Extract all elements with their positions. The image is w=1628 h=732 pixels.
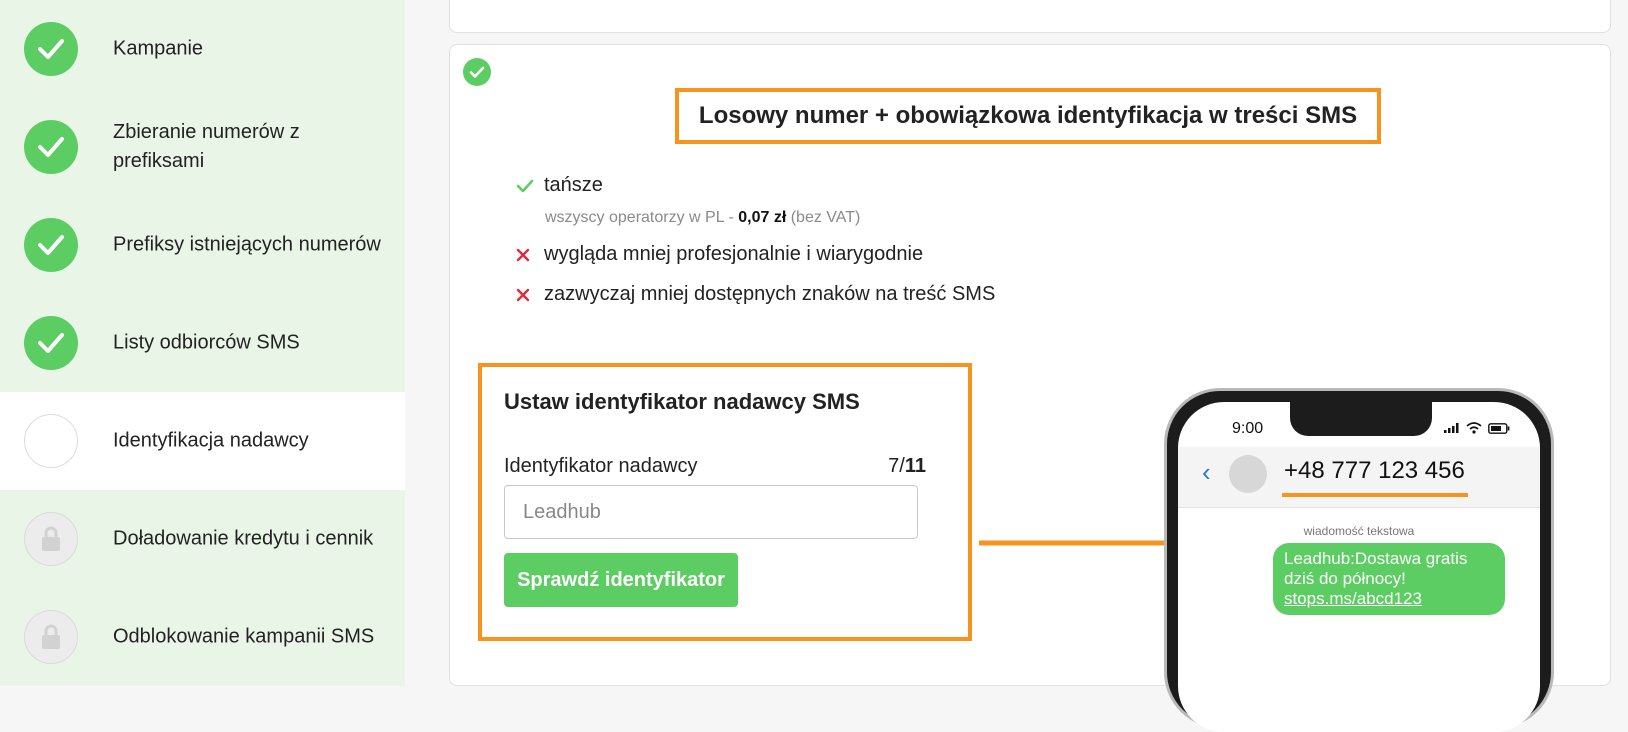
check-icon (24, 218, 78, 272)
price-note: wszyscy operatorzy w PL - 0,07 zł (bez V… (545, 209, 860, 227)
check-sender-id-button[interactable]: Sprawdź identyfikator (504, 553, 738, 607)
sender-phone-number: +48 777 123 456 (1284, 457, 1465, 484)
con-text: wygląda mniej profesjonalnie i wiarygodn… (544, 243, 924, 265)
pro-item: tańsze (516, 174, 603, 197)
steps-sidebar: Kampanie Zbieranie numerów z prefiksami … (0, 0, 405, 686)
sidebar-step-label: Prefiksy istniejących numerów (113, 233, 381, 256)
sms-line: Leadhub:Dostawa gratis (1284, 549, 1468, 568)
cross-icon (516, 288, 544, 302)
sidebar-step-prefix-collection[interactable]: Zbieranie numerów z prefiksami (0, 98, 405, 196)
pro-text: tańsze (544, 174, 603, 196)
sms-line: dziś do północy! (1284, 569, 1406, 588)
status-icons (1444, 422, 1510, 434)
check-icon (24, 316, 78, 370)
price-note-prefix: wszyscy operatorzy w PL - (545, 209, 739, 226)
sender-id-form: Ustaw identyfikator nadawcy SMS Identyfi… (478, 363, 972, 641)
phone-mockup: 9:00 ‹ +48 777 123 456 wiadomość tekstow… (1164, 388, 1554, 732)
sidebar-step-label: Identyfikacja nadawcy (113, 429, 309, 452)
sidebar-step-existing-prefixes[interactable]: Prefiksy istniejących numerów (0, 196, 405, 294)
check-icon (24, 22, 78, 76)
sidebar-step-kampanie[interactable]: Kampanie (0, 0, 405, 98)
option-headline: Losowy numer + obowiązkowa identyfikacja… (698, 102, 1358, 129)
wifi-icon (1466, 422, 1482, 434)
headline-highlight: Losowy numer + obowiązkowa identyfikacja… (675, 88, 1381, 144)
check-icon (24, 120, 78, 174)
sidebar-step-label: Odblokowanie kampanii SMS (113, 625, 375, 648)
message-type-label: wiadomość tekstowa (1303, 524, 1415, 538)
selected-check-icon (463, 58, 491, 86)
previous-option-card (449, 0, 1611, 33)
counter-current: 7/ (888, 455, 905, 477)
sidebar-step-label: Zbieranie numerów z prefiksami (113, 121, 300, 172)
status-time: 9:00 (1232, 420, 1264, 437)
sidebar-step-credit-topup[interactable]: Doładowanie kredytu i cennik (0, 490, 405, 588)
sms-bubble: Leadhub:Dostawa gratis dziś do północy! … (1273, 543, 1505, 615)
check-icon (516, 179, 544, 193)
chat-header: ‹ +48 777 123 456 (1178, 447, 1540, 508)
phone-notch (1290, 402, 1432, 436)
counter-max: 11 (904, 455, 926, 477)
price-value: 0,07 zł (738, 209, 787, 226)
phone-screen: 9:00 ‹ +48 777 123 456 wiadomość tekstow… (1178, 402, 1540, 732)
char-counter: 7/11 (888, 455, 926, 478)
number-underline-highlight (1282, 493, 1468, 497)
form-title: Ustaw identyfikator nadawcy SMS (504, 389, 860, 414)
contact-avatar (1229, 455, 1267, 493)
option-card[interactable]: Losowy numer + obowiązkowa identyfikacja… (449, 44, 1611, 732)
battery-icon (1488, 422, 1510, 434)
con-item: zazwyczaj mniej dostępnych znaków na tre… (516, 283, 995, 306)
sidebar-step-label: Doładowanie kredytu i cennik (113, 527, 374, 550)
con-item: wygląda mniej profesjonalnie i wiarygodn… (516, 243, 923, 266)
sms-link[interactable]: stops.ms/abcd123 (1284, 589, 1494, 609)
sidebar-step-label: Listy odbiorców SMS (113, 331, 300, 354)
price-note-suffix: (bez VAT) (786, 209, 861, 226)
empty-circle-icon (24, 414, 78, 468)
con-text: zazwyczaj mniej dostępnych znaków na tre… (544, 283, 996, 305)
sidebar-step-unlock-campaign[interactable]: Odblokowanie kampanii SMS (0, 588, 405, 686)
sidebar-step-sender-id[interactable]: Identyfikacja nadawcy (0, 392, 405, 490)
sender-id-input[interactable] (504, 485, 918, 539)
sidebar-step-recipient-lists[interactable]: Listy odbiorców SMS (0, 294, 405, 392)
back-chevron-icon[interactable]: ‹ (1202, 457, 1211, 488)
lock-icon (24, 512, 78, 566)
sender-id-label: Identyfikator nadawcy (504, 455, 698, 477)
sidebar-step-label: Kampanie (113, 37, 204, 60)
signal-icon (1444, 423, 1459, 433)
cross-icon (516, 248, 544, 262)
